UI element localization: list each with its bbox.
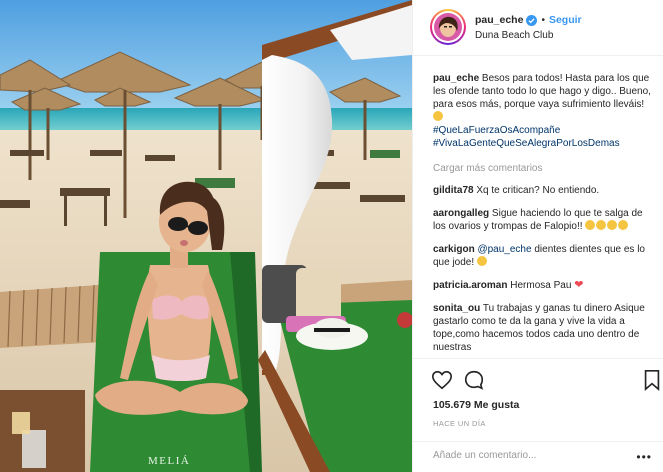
comment-item: carkigon @pau_eche dientes dientes que e… [433, 243, 652, 269]
smiley-emoji-icon [476, 256, 487, 266]
comment-username[interactable]: carkigon [433, 244, 475, 255]
comment-username[interactable]: gildita78 [433, 185, 474, 196]
bookmark-icon[interactable] [643, 369, 661, 391]
comment-text: Xq te critican? No entiendo. [476, 185, 600, 196]
comment-text: Hermosa Pau [510, 280, 572, 291]
username[interactable]: pau_eche [475, 14, 523, 26]
comment-item: patricia.aroman Hermosa Pau ❤ [433, 279, 652, 292]
red-heart-emoji-icon: ❤ [574, 279, 584, 291]
post-sidebar: pau_eche • Seguir Duna Beach Club pau_ec… [412, 0, 663, 472]
post-actions: 105.679 Me gusta HACE UN DÍA ••• [413, 358, 663, 468]
post-header: pau_eche • Seguir Duna Beach Club [413, 0, 663, 56]
clapping-hands-emoji-icon [585, 220, 596, 230]
likes-count[interactable]: 105.679 Me gusta [433, 399, 519, 411]
separator-dot: • [541, 14, 545, 26]
verified-badge-icon [526, 14, 538, 26]
grinning-emoji-icon [433, 111, 443, 121]
post-timestamp[interactable]: HACE UN DÍA [433, 419, 486, 428]
clapping-hands-emoji-icon [618, 220, 629, 230]
load-more-comments-button[interactable]: Cargar más comentarios [433, 163, 652, 174]
comment-username[interactable]: patricia.aroman [433, 280, 507, 291]
comment-input[interactable] [433, 450, 633, 461]
hashtag-link[interactable]: #VivaLaGenteQueSeAlegraPorLosDemas [433, 137, 652, 150]
heart-icon[interactable] [431, 369, 453, 391]
comment-item: sonita_ou Tu trabajas y ganas tu dinero … [433, 302, 652, 354]
username-row: pau_eche • Seguir [475, 13, 582, 27]
comment-username[interactable]: sonita_ou [433, 303, 480, 314]
avatar[interactable] [430, 9, 466, 45]
clapping-hands-emoji-icon [596, 220, 607, 230]
towel-brand-text: MELIÁ [148, 455, 190, 467]
caption-username[interactable]: pau_eche [433, 73, 479, 84]
comment-icon[interactable] [463, 369, 485, 391]
comment-mention[interactable]: @pau_eche [477, 244, 531, 255]
clapping-hands-emoji-icon [607, 220, 618, 230]
comments-section[interactable]: pau_eche Besos para todos! Hasta para lo… [413, 56, 663, 356]
follow-button[interactable]: Seguir [549, 14, 582, 26]
add-comment-bar: ••• [413, 441, 663, 469]
comment-item: aarongalleg Sigue haciendo lo que te sal… [433, 207, 652, 233]
comment-username[interactable]: aarongalleg [433, 208, 489, 219]
hashtag-link[interactable]: #QueLaFuerzaOsAcompañe [433, 124, 652, 137]
location-link[interactable]: Duna Beach Club [475, 30, 553, 41]
more-options-icon[interactable]: ••• [636, 450, 652, 464]
comment-item: gildita78 Xq te critican? No entiendo. [433, 184, 652, 197]
post-photo[interactable]: MELIÁ [0, 0, 412, 472]
post-caption: pau_eche Besos para todos! Hasta para lo… [433, 72, 652, 150]
